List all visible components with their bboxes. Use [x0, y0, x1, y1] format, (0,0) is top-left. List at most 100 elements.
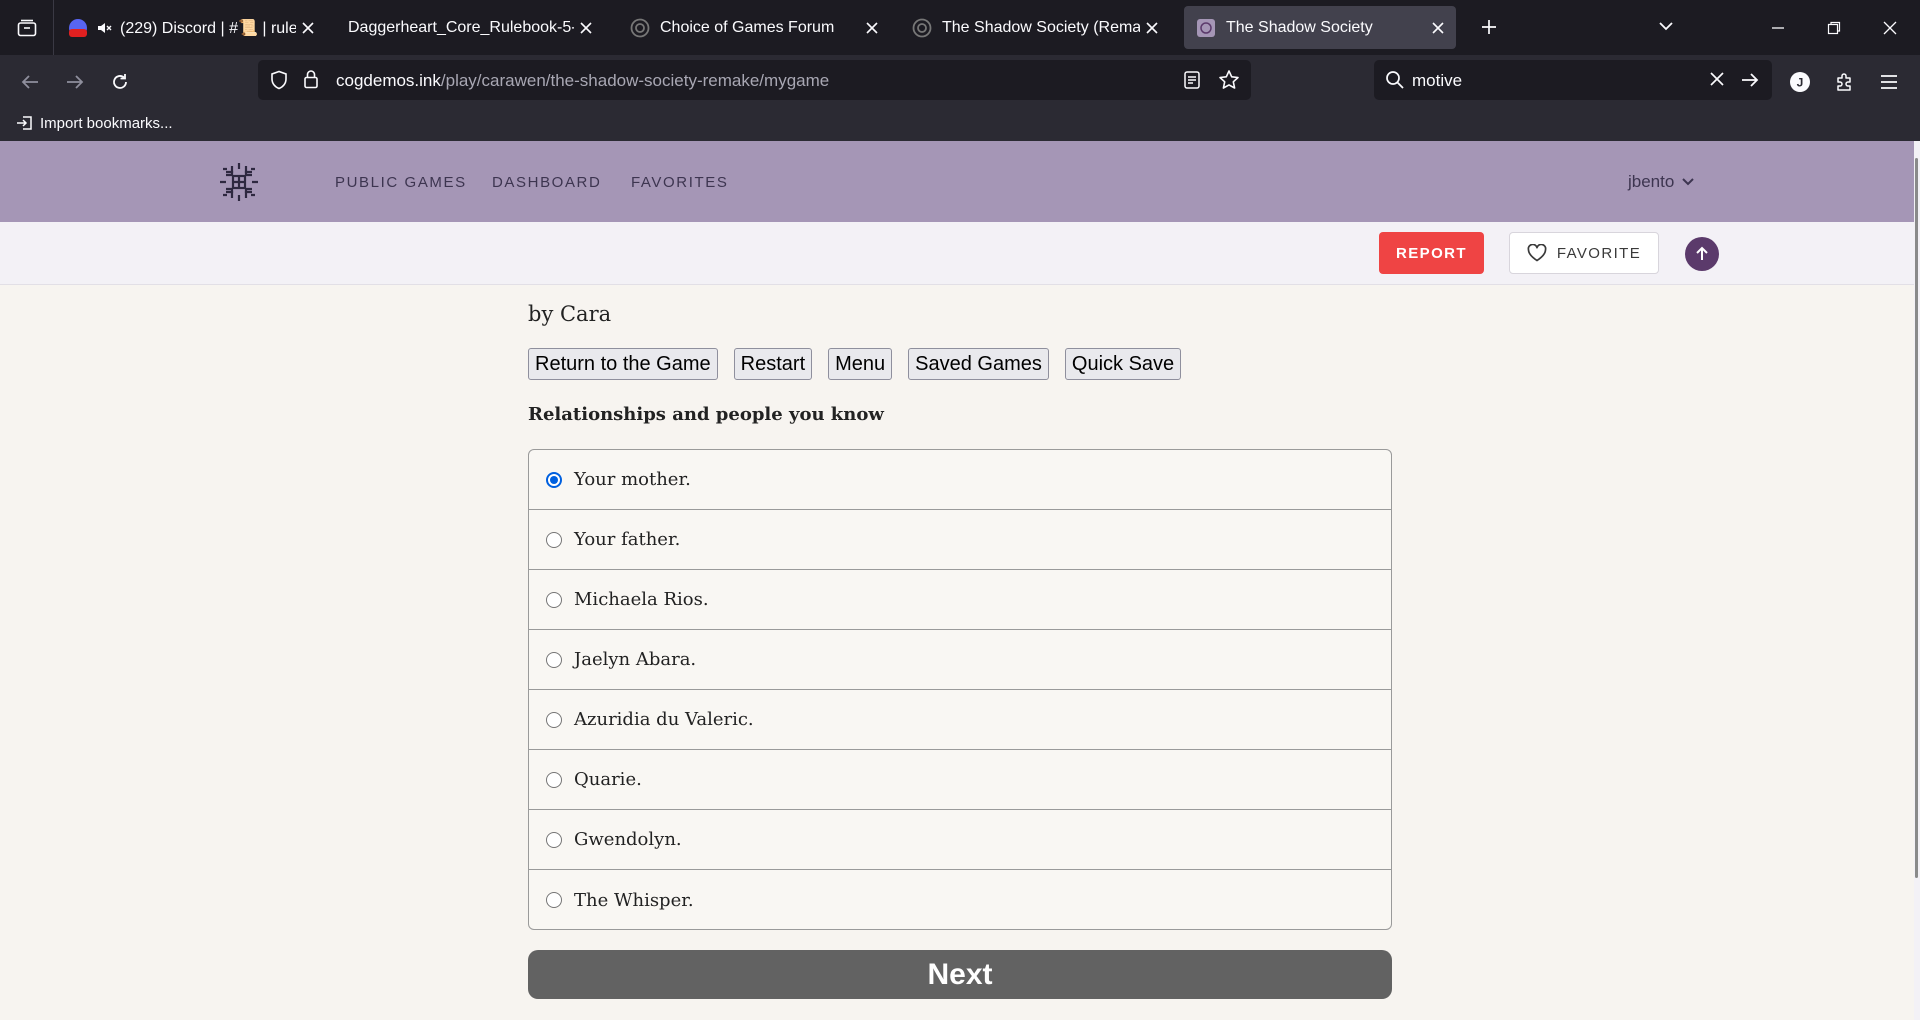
- close-tab-icon[interactable]: [860, 16, 884, 40]
- site-header: PUBLIC GAMES DASHBOARD FAVORITES jbento: [0, 141, 1920, 222]
- cogdemos-favicon-icon: [1196, 18, 1216, 38]
- choice-label: Your mother.: [574, 469, 691, 490]
- radio-button-selected[interactable]: [546, 471, 562, 488]
- tab-title: The Shadow Society: [1226, 18, 1373, 36]
- section-heading: Relationships and people you know: [528, 404, 884, 425]
- restart-button[interactable]: Restart: [733, 348, 813, 380]
- svg-text:J: J: [1797, 76, 1804, 90]
- import-bookmarks-item[interactable]: Import bookmarks...: [16, 114, 173, 132]
- saved-games-button[interactable]: Saved Games: [908, 348, 1049, 380]
- choice-option[interactable]: Michaela Rios.: [529, 570, 1391, 630]
- forum-favicon-icon: [630, 18, 650, 38]
- reload-icon[interactable]: [103, 65, 137, 99]
- favorite-button[interactable]: FAVORITE: [1509, 232, 1659, 274]
- reader-view-icon[interactable]: [1183, 70, 1201, 95]
- nav-public-games[interactable]: PUBLIC GAMES: [335, 174, 467, 191]
- discord-favicon-icon: [68, 18, 88, 38]
- lock-icon[interactable]: [303, 69, 319, 94]
- cogdemos-logo-icon[interactable]: [218, 161, 260, 203]
- account-avatar-icon[interactable]: J: [1783, 65, 1817, 99]
- report-button[interactable]: REPORT: [1379, 232, 1484, 274]
- tab-the-shadow-society[interactable]: The Shadow Society: [1184, 6, 1456, 49]
- choice-label: Gwendolyn.: [574, 829, 682, 850]
- author-byline: by Cara: [528, 302, 612, 326]
- import-bookmarks-label: Import bookmarks...: [40, 114, 173, 132]
- extensions-puzzle-icon[interactable]: [1828, 65, 1862, 99]
- nav-dashboard[interactable]: DASHBOARD: [492, 174, 601, 191]
- back-arrow-icon[interactable]: [13, 65, 47, 99]
- tab-shadow-society-remake-forum[interactable]: The Shadow Society (Remake) (W...: [900, 6, 1170, 49]
- bookmark-star-icon[interactable]: [1218, 69, 1240, 96]
- close-window-icon[interactable]: [1862, 0, 1918, 55]
- search-input[interactable]: motive: [1412, 71, 1462, 91]
- tab-list-icon[interactable]: [0, 0, 54, 55]
- new-tab-plus-icon[interactable]: [1474, 12, 1504, 42]
- menu-button[interactable]: Menu: [828, 348, 893, 380]
- choice-option[interactable]: The Whisper.: [529, 870, 1391, 929]
- radio-button[interactable]: [546, 771, 562, 788]
- muted-speaker-icon[interactable]: [94, 18, 114, 38]
- choice-option[interactable]: Jaelyn Abara.: [529, 630, 1391, 690]
- tab-discord[interactable]: (229) Discord | #📜 | rules | ...: [56, 6, 326, 49]
- radio-button[interactable]: [546, 651, 562, 668]
- radio-button[interactable]: [546, 711, 562, 728]
- choice-list: Your mother. Your father. Michaela Rios.…: [528, 449, 1392, 930]
- close-tab-icon[interactable]: [1140, 16, 1164, 40]
- url-bar[interactable]: cogdemos.ink/play/carawen/the-shadow-soc…: [258, 60, 1251, 100]
- username: jbento: [1628, 172, 1675, 191]
- bookmarks-toolbar: Import bookmarks...: [0, 108, 1920, 141]
- forum-favicon-icon: [912, 18, 932, 38]
- nav-favorites[interactable]: FAVORITES: [631, 174, 728, 191]
- choice-option[interactable]: Gwendolyn.: [529, 810, 1391, 870]
- chevron-down-icon: [1682, 178, 1695, 186]
- list-all-tabs-chevron-icon[interactable]: [1658, 14, 1674, 45]
- choice-option[interactable]: Your father.: [529, 510, 1391, 570]
- clear-search-icon[interactable]: [1710, 72, 1724, 91]
- url-domain: cogdemos.ink: [336, 71, 441, 90]
- tab-title: The Shadow Society (Remake) (W...: [942, 18, 1140, 36]
- url-text[interactable]: cogdemos.ink/play/carawen/the-shadow-soc…: [336, 71, 829, 91]
- browser-toolbar: cogdemos.ink/play/carawen/the-shadow-soc…: [0, 55, 1920, 108]
- next-button[interactable]: Next: [528, 950, 1392, 999]
- game-action-bar: REPORT FAVORITE: [0, 222, 1914, 285]
- tab-title: Daggerheart_Core_Rulebook-5-20-2...: [348, 18, 574, 36]
- radio-button[interactable]: [546, 531, 562, 548]
- minimize-window-icon[interactable]: [1750, 0, 1806, 55]
- game-menu-buttons: Return to the Game Restart Menu Saved Ga…: [528, 348, 1197, 380]
- import-icon: [17, 116, 32, 130]
- close-tab-icon[interactable]: [574, 16, 598, 40]
- tab-choice-of-games-forum[interactable]: Choice of Games Forum: [618, 6, 890, 49]
- radio-button[interactable]: [546, 892, 562, 908]
- close-tab-icon[interactable]: [296, 16, 320, 40]
- radio-button[interactable]: [546, 591, 562, 608]
- tab-daggerheart-pdf[interactable]: Daggerheart_Core_Rulebook-5-20-2...: [336, 6, 604, 49]
- scroll-to-top-arrow-icon[interactable]: [1685, 237, 1719, 271]
- choice-label: The Whisper.: [574, 889, 694, 911]
- choice-option[interactable]: Azuridia du Valeric.: [529, 690, 1391, 750]
- url-path: /play/carawen/the-shadow-society-remake/…: [440, 71, 830, 90]
- quick-save-button[interactable]: Quick Save: [1064, 348, 1182, 380]
- page-scrollbar-thumb[interactable]: [1915, 158, 1918, 878]
- tracking-protection-shield-icon[interactable]: [270, 70, 288, 95]
- search-bar[interactable]: motive: [1374, 60, 1772, 100]
- return-to-game-button[interactable]: Return to the Game: [528, 348, 718, 380]
- user-menu[interactable]: jbento: [1628, 172, 1695, 192]
- choice-option[interactable]: Quarie.: [529, 750, 1391, 810]
- choice-label: Quarie.: [574, 769, 642, 790]
- close-tab-icon[interactable]: [1426, 16, 1450, 40]
- browser-tab-bar: (229) Discord | #📜 | rules | ... Daggerh…: [0, 0, 1920, 55]
- choice-label: Azuridia du Valeric.: [574, 709, 754, 730]
- choice-label: Michaela Rios.: [574, 589, 709, 610]
- restore-window-icon[interactable]: [1806, 0, 1862, 55]
- search-icon: [1385, 70, 1405, 95]
- hamburger-menu-icon[interactable]: [1872, 65, 1906, 99]
- search-go-arrow-icon[interactable]: [1740, 70, 1760, 95]
- favorite-label: FAVORITE: [1556, 244, 1642, 262]
- choice-option[interactable]: Your mother.: [529, 450, 1391, 510]
- choice-label: Jaelyn Abara.: [574, 649, 697, 670]
- choice-label: Your father.: [574, 529, 681, 550]
- radio-button[interactable]: [546, 831, 562, 848]
- tab-title: Choice of Games Forum: [660, 18, 835, 36]
- heart-icon: [1527, 244, 1547, 262]
- forward-arrow-icon[interactable]: [58, 65, 92, 99]
